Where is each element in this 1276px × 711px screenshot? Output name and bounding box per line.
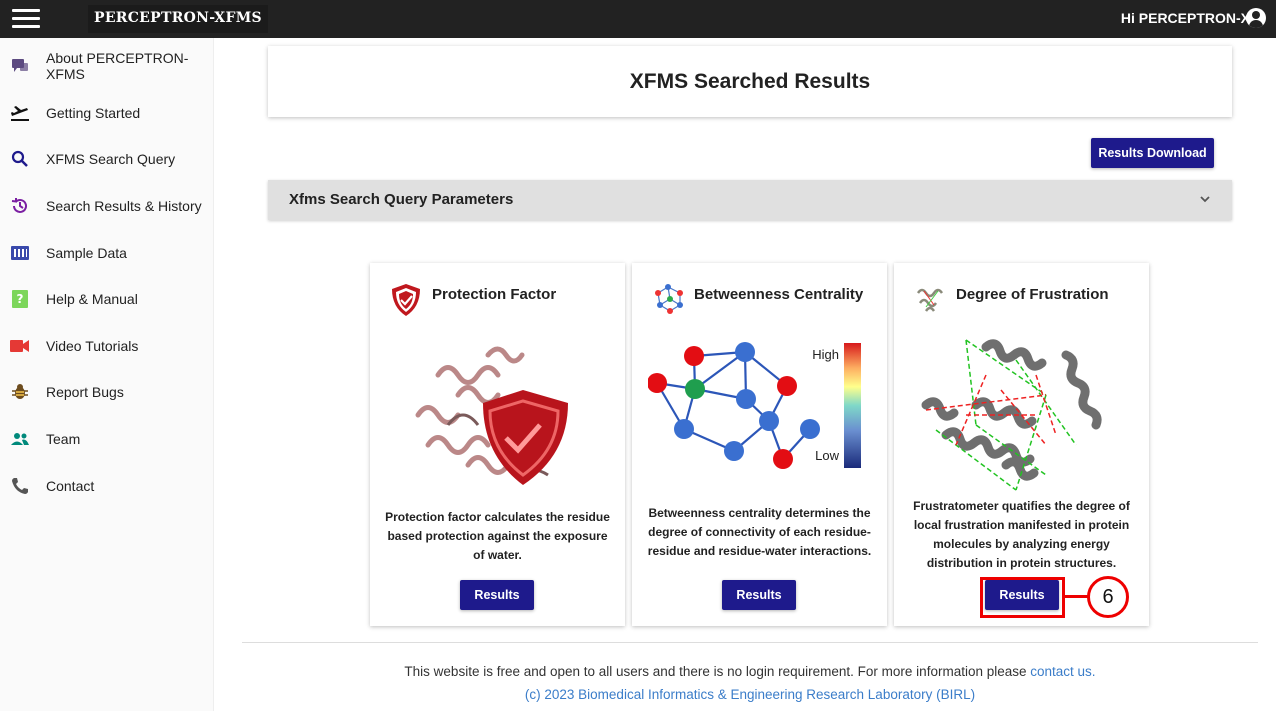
card-title: Degree of Frustration [956, 286, 1109, 303]
network-graph-icon [652, 283, 684, 315]
protein-structure-icon [914, 283, 946, 315]
footer-copyright[interactable]: (c) 2023 Biomedical Informatics & Engine… [214, 687, 1276, 702]
user-greeting: Hi PERCEPTRON-X [1120, 10, 1250, 26]
data-grid-icon [10, 243, 30, 263]
sidebar-item-report-bugs[interactable]: Report Bugs [0, 372, 214, 412]
sidebar-item-label: Sample Data [46, 245, 127, 261]
sidebar-item-sample-data[interactable]: Sample Data [0, 233, 214, 273]
contact-us-link[interactable]: contact us. [1030, 664, 1095, 679]
sidebar-item-label: XFMS Search Query [46, 151, 176, 167]
sidebar-item-label: Team [46, 431, 81, 447]
history-icon [10, 196, 30, 216]
video-camera-icon [10, 336, 30, 356]
sidebar-item-label: About PERCEPTRON-XFMS [46, 50, 189, 82]
page-title: XFMS Searched Results [629, 69, 871, 93]
sidebar-item-getting-started[interactable]: Getting Started [0, 93, 214, 133]
title-card: XFMS Searched Results [268, 46, 1232, 117]
sidebar-item-contact[interactable]: Contact [0, 466, 214, 506]
chat-bubbles-icon [10, 56, 30, 76]
card-title: Protection Factor [432, 286, 557, 303]
sidebar-item-label: Report Bugs [46, 384, 124, 400]
sidebar-item-label: Search Results & History [46, 198, 202, 214]
colorbar-low-label: Low [815, 448, 839, 463]
sidebar-item-search-query[interactable]: XFMS Search Query [0, 139, 214, 179]
betweenness-centrality-results-button[interactable]: Results [722, 580, 796, 610]
team-icon [10, 429, 30, 449]
sidebar-item-label: Contact [46, 478, 95, 494]
sidebar-item-help[interactable]: ? Help & Manual [0, 279, 214, 319]
shield-icon [390, 283, 422, 316]
footer-notice-text: This website is free and open to all use… [404, 664, 1027, 679]
airplane-takeoff-icon [10, 103, 30, 123]
betweenness-centrality-card: Betweenness Centrality High Low Betweenn… [632, 263, 887, 626]
bug-icon [10, 382, 30, 402]
protection-factor-card: Protection Factor Protection factor calc… [370, 263, 625, 626]
highlight-box [980, 577, 1065, 618]
sidebar-item-label: Getting Started [46, 105, 141, 121]
chevron-down-icon[interactable] [1198, 192, 1212, 206]
protein-frustration-image [916, 335, 1116, 495]
callout-connector [1064, 595, 1088, 598]
accordion-title: Xfms Search Query Parameters [289, 191, 514, 208]
query-parameters-accordion[interactable]: Xfms Search Query Parameters [268, 180, 1232, 220]
sidebar-item-label: Help & Manual [46, 291, 138, 307]
colorbar-high-label: High [812, 347, 839, 362]
card-description: Betweenness centrality determines the de… [647, 506, 872, 558]
sidebar-item-label: Video Tutorials [46, 338, 139, 354]
sidebar-item-about[interactable]: About PERCEPTRON-XFMS [0, 46, 214, 86]
protein-shield-image [398, 335, 598, 495]
svg-text:?: ? [17, 292, 24, 306]
menu-icon[interactable] [12, 9, 40, 29]
sidebar: About PERCEPTRON-XFMS Getting Started XF… [0, 38, 214, 711]
phone-icon [10, 476, 30, 496]
sidebar-item-video-tutorials[interactable]: Video Tutorials [0, 326, 214, 366]
help-icon: ? [10, 289, 30, 309]
card-description: Protection factor calculates the residue… [385, 510, 610, 562]
card-title: Betweenness Centrality [694, 286, 864, 303]
app-logo[interactable]: PERCEPTRON-XFMS [88, 5, 268, 33]
network-centrality-image: High Low [647, 335, 878, 495]
protection-factor-results-button[interactable]: Results [460, 580, 534, 610]
card-description: Frustratometer quatifies the degree of l… [913, 499, 1130, 570]
search-icon [10, 149, 30, 169]
footer-divider [242, 642, 1258, 643]
sidebar-item-team[interactable]: Team [0, 419, 214, 459]
step-number-callout: 6 [1087, 576, 1129, 618]
sidebar-item-results-history[interactable]: Search Results & History [0, 186, 214, 226]
account-icon[interactable] [1246, 8, 1266, 28]
footer-notice: This website is free and open to all use… [214, 664, 1276, 679]
results-download-button[interactable]: Results Download [1091, 138, 1214, 168]
top-app-bar: PERCEPTRON-XFMS Hi PERCEPTRON-X [0, 0, 1276, 38]
degree-of-frustration-card: Degree of Frustration Frustratometer qua… [894, 263, 1149, 626]
